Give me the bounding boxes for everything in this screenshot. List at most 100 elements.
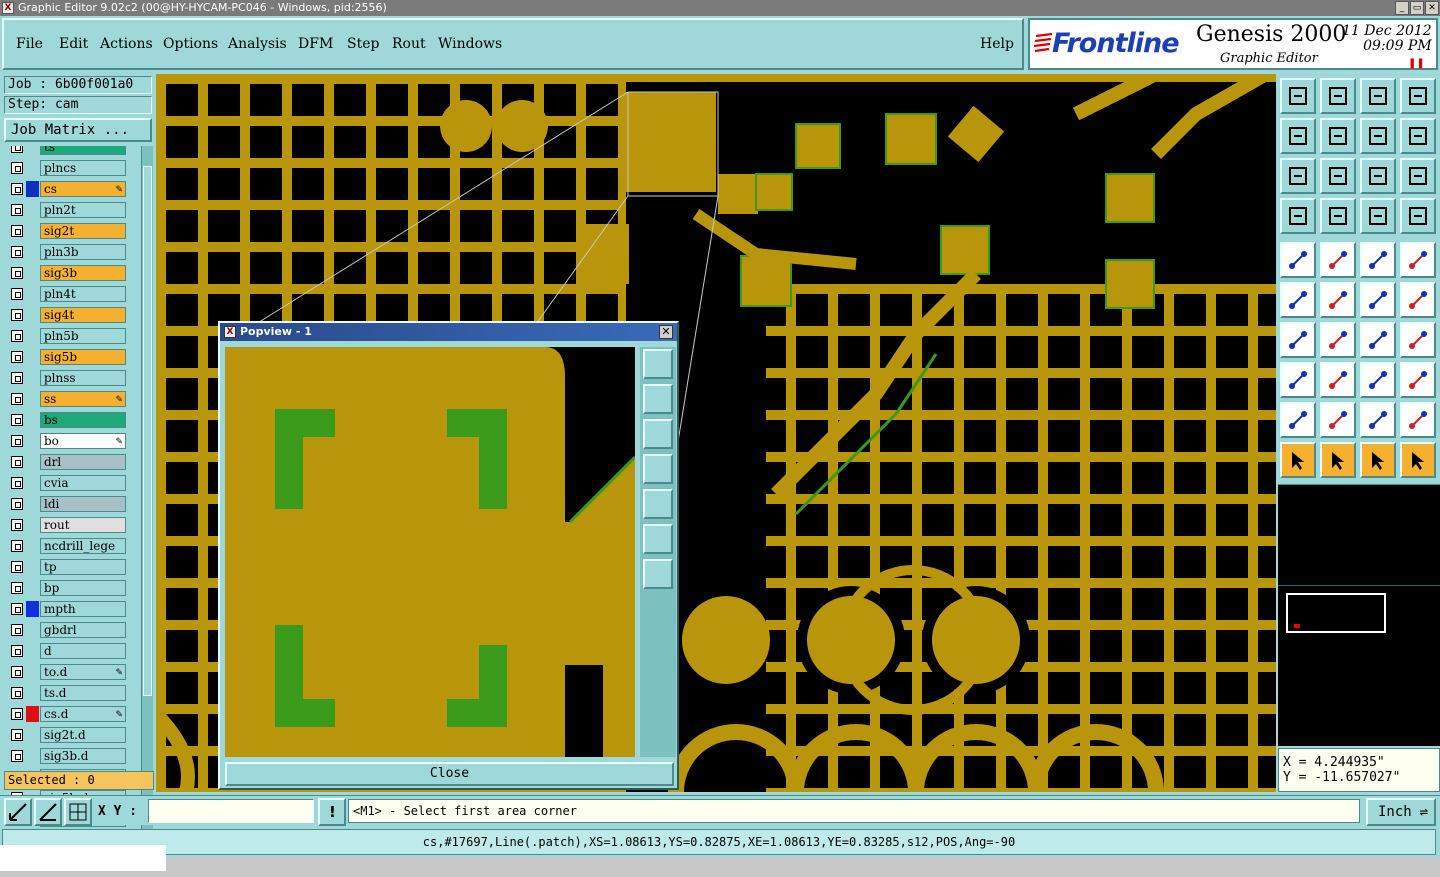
xy-input[interactable] <box>148 799 314 823</box>
layer-row[interactable]: ts.d <box>4 685 140 701</box>
menu-step[interactable]: Step <box>347 36 379 52</box>
layer-row[interactable]: plncs <box>4 160 140 176</box>
layer-row[interactable]: sig4t <box>4 307 140 323</box>
select-box-icon[interactable] <box>1360 442 1396 478</box>
fit-window-icon[interactable] <box>1400 78 1436 114</box>
layer-row[interactable]: bo ✎ <box>4 433 140 449</box>
layer-row[interactable]: sig3b.d <box>4 748 140 764</box>
layer-checkbox[interactable] <box>11 435 23 447</box>
ruler-icon[interactable] <box>1360 242 1396 278</box>
select-net-icon[interactable] <box>1400 442 1436 478</box>
popview-canvas[interactable] <box>225 347 635 757</box>
layer-checkbox[interactable] <box>11 288 23 300</box>
layer-name[interactable]: d <box>40 643 126 659</box>
layer-name[interactable]: to.d ✎ <box>40 664 126 680</box>
layer-checkbox[interactable] <box>11 519 23 531</box>
layer-checkbox[interactable] <box>11 498 23 510</box>
layer-name[interactable]: mpth <box>40 601 126 617</box>
minimize-button[interactable]: _ <box>1395 1 1409 15</box>
popview-pan-up-button[interactable] <box>643 384 673 414</box>
layer-row[interactable]: drl <box>4 454 140 470</box>
popview-dialog[interactable]: X Popview - 1 ✕ Close <box>218 321 679 790</box>
pan-left-icon[interactable] <box>1280 118 1316 154</box>
draw-line-icon[interactable] <box>1280 322 1316 358</box>
layer-row[interactable]: pln5b <box>4 328 140 344</box>
maximize-button[interactable]: ▭ <box>1410 1 1424 15</box>
a-shape-icon[interactable] <box>1320 402 1356 438</box>
layer-checkbox[interactable] <box>11 645 23 657</box>
minus-icon[interactable] <box>1320 362 1356 398</box>
overview-map[interactable] <box>1278 484 1440 746</box>
connect-icon[interactable] <box>1280 282 1316 318</box>
delete-icon[interactable] <box>1320 282 1356 318</box>
menu-analysis[interactable]: Analysis <box>228 36 287 52</box>
layer-name[interactable]: ss ✎ <box>40 391 126 407</box>
layer-row[interactable]: bp <box>4 580 140 596</box>
fill-pad-icon[interactable] <box>1400 242 1436 278</box>
help-icon[interactable] <box>1400 158 1436 194</box>
layer-checkbox[interactable] <box>11 687 23 699</box>
layer-checkbox[interactable] <box>11 750 23 762</box>
layer-checkbox[interactable] <box>11 477 23 489</box>
layer-name[interactable]: sig4t <box>40 307 126 323</box>
a-shape-fill-icon[interactable] <box>1360 402 1396 438</box>
popview-pan-down-button[interactable] <box>643 419 673 449</box>
text-icon[interactable] <box>1400 322 1436 358</box>
layer-checkbox[interactable] <box>11 204 23 216</box>
scale-1-2-icon[interactable] <box>1360 158 1396 194</box>
layer-name[interactable]: pln4t <box>40 286 126 302</box>
layer-name[interactable]: pln2t <box>40 202 126 218</box>
layer-checkbox[interactable] <box>11 708 23 720</box>
layer-name[interactable]: bo ✎ <box>40 433 126 449</box>
layer-checkbox[interactable] <box>11 393 23 405</box>
popview-pan-right-button[interactable] <box>643 489 673 519</box>
layer-name[interactable]: pln3b <box>40 244 126 260</box>
layer-name[interactable]: bs <box>40 412 126 428</box>
triangle-icon[interactable] <box>1280 402 1316 438</box>
layer-row[interactable]: ss ✎ <box>4 391 140 407</box>
layer-name[interactable]: cvia <box>40 475 126 491</box>
mirror-icon[interactable] <box>1400 118 1436 154</box>
layer-name[interactable]: drl <box>40 454 126 470</box>
layer-checkbox[interactable] <box>11 351 23 363</box>
layer-row[interactable]: ts <box>4 146 140 155</box>
layer-name[interactable]: cs ✎ <box>40 181 126 197</box>
grid-icon[interactable] <box>1320 198 1356 234</box>
layer-checkbox[interactable] <box>11 729 23 741</box>
layer-row[interactable]: rout <box>4 517 140 533</box>
layer-name[interactable]: ldi <box>40 496 126 512</box>
layer-row[interactable]: pln2t <box>4 202 140 218</box>
layer-row[interactable]: ncdrill_lege <box>4 538 140 554</box>
layer-row[interactable]: plnss <box>4 370 140 386</box>
add-line-icon[interactable] <box>1320 242 1356 278</box>
popview-pan-left-button[interactable] <box>643 454 673 484</box>
layer-row[interactable]: to.d ✎ <box>4 664 140 680</box>
layer-row[interactable]: sig2t.d <box>4 727 140 743</box>
layer-row[interactable]: ldi <box>4 496 140 512</box>
layer-checkbox[interactable] <box>11 183 23 195</box>
copy-icon[interactable] <box>1400 282 1436 318</box>
layer-checkbox[interactable] <box>11 162 23 174</box>
layer-name[interactable]: bp <box>40 580 126 596</box>
layer-name[interactable]: ncdrill_lege <box>40 538 126 554</box>
menu-actions[interactable]: Actions <box>100 36 153 52</box>
fit-all-icon[interactable] <box>1280 158 1316 194</box>
layer-row[interactable]: d <box>4 643 140 659</box>
rotate-icon[interactable] <box>1360 118 1396 154</box>
arc-icon[interactable] <box>1360 322 1396 358</box>
layer-checkbox[interactable] <box>11 603 23 615</box>
layer-name[interactable]: cs.d ✎ <box>40 706 126 722</box>
layer-checkbox[interactable] <box>11 372 23 384</box>
close-window-button[interactable]: ✕ <box>1425 1 1439 15</box>
layer-row[interactable]: sig3b <box>4 265 140 281</box>
layer-checkbox[interactable] <box>11 246 23 258</box>
layer-row[interactable]: cs ✎ <box>4 181 140 197</box>
popview-zoom-in-button[interactable] <box>643 349 673 379</box>
select-orange-icon[interactable] <box>1320 442 1356 478</box>
menu-options[interactable]: Options <box>163 36 218 52</box>
layer-checkbox[interactable] <box>11 666 23 678</box>
layer-row[interactable]: pln3b <box>4 244 140 260</box>
layer-checkbox[interactable] <box>11 540 23 552</box>
menu-rout[interactable]: Rout <box>392 36 426 52</box>
add-pad-icon[interactable] <box>1280 242 1316 278</box>
